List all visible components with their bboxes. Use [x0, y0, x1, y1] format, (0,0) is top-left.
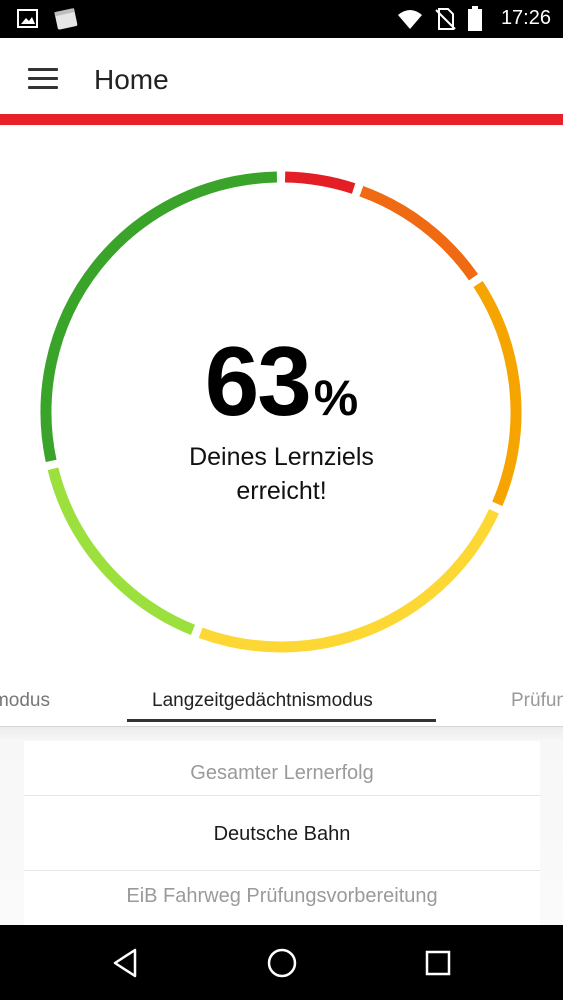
status-time: 17:26 — [500, 7, 551, 29]
list-item-eib-fahrweg[interactable]: EiB Fahrweg Prüfungsvorbereitung — [24, 885, 540, 908]
progress-percent: 63% — [0, 325, 563, 438]
progress-ring-segment — [359, 186, 479, 281]
home-icon[interactable] — [264, 945, 300, 981]
progress-percent-sign: % — [313, 370, 359, 426]
progress-label-line2: erreicht! — [236, 477, 327, 505]
battery-icon — [468, 6, 482, 31]
stack-notification-icon — [54, 8, 78, 30]
app-bar: Home — [0, 38, 563, 114]
list-area: Gesamter Lernerfolg Deutsche Bahn EiB Fa… — [0, 727, 563, 925]
no-sim-icon — [435, 8, 456, 30]
accent-bar — [0, 114, 563, 125]
list-item-deutsche-bahn[interactable]: Deutsche Bahn — [24, 823, 540, 846]
back-icon[interactable] — [107, 945, 143, 981]
mode-tabs: modus Langzeitgedächtnismodus Prüfung — [0, 682, 563, 727]
category-list: Gesamter Lernerfolg Deutsche Bahn EiB Fa… — [24, 741, 540, 925]
status-bar: 17:26 — [0, 0, 563, 38]
progress-number: 63 — [204, 326, 312, 436]
wifi-icon — [398, 10, 422, 29]
tab-langzeitgedaechtnismodus[interactable]: Langzeitgedächtnismodus — [152, 690, 373, 712]
navigation-bar — [0, 925, 563, 1000]
divider — [24, 795, 540, 796]
hamburger-menu-icon[interactable] — [28, 68, 60, 92]
progress-ring-segment — [198, 508, 499, 653]
progress-ring-segment — [284, 171, 356, 194]
tab-previous-mode[interactable]: modus — [0, 690, 50, 712]
tab-pruefung[interactable]: Prüfung — [511, 690, 563, 712]
image-notification-icon — [17, 9, 38, 28]
list-item-gesamter-lernerfolg[interactable]: Gesamter Lernerfolg — [24, 762, 540, 785]
recents-icon[interactable] — [420, 945, 456, 981]
progress-label-line1: Deines Lernziels — [189, 443, 374, 471]
page-title: Home — [94, 64, 169, 95]
divider — [24, 870, 540, 871]
progress-label: Deines Lernziels erreicht! — [0, 440, 563, 508]
tab-indicator — [127, 719, 436, 722]
